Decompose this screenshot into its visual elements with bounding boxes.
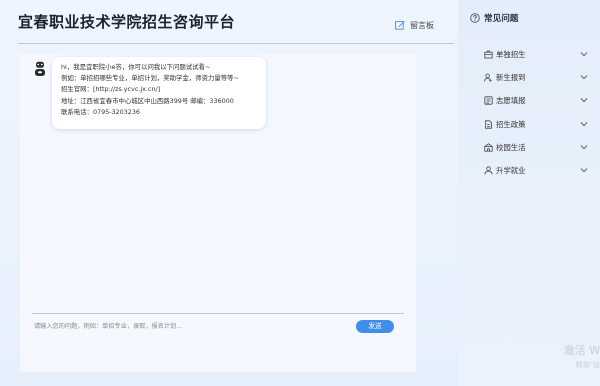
edit-icon (395, 21, 405, 30)
faq-item-label: 招生政策 (496, 119, 526, 129)
faq-item-single-enrollment[interactable]: 单独招生 (484, 47, 588, 61)
bot-message-line: 地址：江西省宜春市中心城区中山西路399号 邮编：336000 (61, 96, 234, 105)
message-board-label: 留言板 (410, 20, 434, 30)
faq-item-new-student[interactable]: 新生报到 (484, 70, 588, 84)
faq-sidebar: 常见问题 单独招生 新生报到 志愿填报 招生政策 校园生活 升学就业 激活 W … (458, 0, 600, 386)
chevron-down-icon (580, 143, 588, 151)
user-add-icon (484, 73, 493, 82)
input-divider (32, 313, 404, 314)
chevron-down-icon (580, 96, 588, 104)
faq-item-application[interactable]: 志愿填报 (484, 93, 588, 107)
main-panel: 宜春职业技术学院招生咨询平台 留言板 hi，我是宜职院小e答，你可以问我以下问题… (0, 0, 458, 386)
faq-heading-label: 常见问题 (484, 14, 519, 24)
bot-message-line: 招生官网：[http://zs.ycvc.jx.cn/] (61, 85, 161, 94)
chevron-down-icon (580, 120, 588, 128)
chevron-down-icon (580, 166, 588, 174)
faq-item-campus-life[interactable]: 校园生活 (484, 140, 588, 154)
form-icon (484, 95, 493, 105)
building-icon (484, 142, 493, 152)
faq-item-label: 升学就业 (496, 165, 526, 175)
faq-item-label: 志愿填报 (496, 95, 526, 105)
chevron-down-icon (580, 73, 588, 81)
header-divider (18, 43, 454, 44)
faq-item-career[interactable]: 升学就业 (484, 163, 588, 177)
page-title: 宜春职业技术学院招生咨询平台 (18, 13, 236, 31)
faq-item-label: 单独招生 (496, 49, 526, 59)
bot-avatar-icon (35, 61, 45, 76)
faq-item-label: 校园生活 (496, 142, 526, 152)
faq-heading: 常见问题 (470, 11, 518, 25)
bot-message-line: 例如：单招招哪些专业，单招计划，奖助学金，师资力量等等~ (61, 74, 239, 83)
box-icon (484, 50, 493, 59)
question-circle-icon (470, 13, 480, 23)
chevron-down-icon (580, 50, 588, 58)
chat-area: hi，我是宜职院小e答，你可以问我以下问题试试看~ 例如：单招招哪些专业，单招计… (20, 54, 416, 372)
send-button[interactable]: 发送 (356, 320, 394, 333)
chat-input[interactable]: 请输入您的问题，例如：单招专业，录取，报名计划... (34, 321, 354, 330)
document-icon (484, 119, 493, 129)
faq-item-policy[interactable]: 招生政策 (484, 117, 588, 131)
header: 宜春职业技术学院招生咨询平台 留言板 (0, 0, 458, 44)
person-icon (484, 165, 493, 175)
message-board-button[interactable]: 留言板 (395, 18, 434, 32)
watermark-line: 激活 W (563, 344, 600, 357)
watermark-line: 转到"设 (575, 361, 600, 369)
bot-message-bubble: hi，我是宜职院小e答，你可以问我以下问题试试看~ 例如：单招招哪些专业，单招计… (52, 57, 266, 129)
faq-item-label: 新生报到 (496, 72, 526, 82)
bot-message-line: hi，我是宜职院小e答，你可以问我以下问题试试看~ (61, 63, 211, 71)
bot-message-line: 联系电话：0795-3203236 (61, 107, 140, 116)
